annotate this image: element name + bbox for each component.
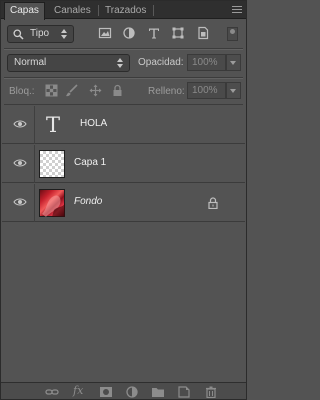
layer-name[interactable]: Capa 1 — [74, 157, 106, 169]
filter-kind-label: Tipo — [30, 28, 50, 39]
adjustment-layer-filter-icon[interactable] — [122, 26, 136, 40]
lock-all-icon[interactable] — [111, 84, 124, 97]
link-layers-icon[interactable] — [45, 386, 59, 398]
eye-visibility-icon[interactable] — [13, 119, 27, 129]
delete-layer-trash-icon[interactable] — [204, 386, 218, 398]
search-icon — [13, 29, 24, 40]
tab-trazados[interactable]: Trazados — [100, 3, 151, 19]
chevron-updown-icon — [61, 28, 68, 40]
tab-separator — [153, 5, 154, 16]
opacity-label: Opacidad: — [138, 57, 184, 68]
fill-label: Relleno: — [148, 86, 185, 97]
lock-position-move-icon[interactable] — [89, 84, 102, 97]
new-group-folder-icon[interactable] — [151, 386, 165, 398]
panel-tab-bar: Capas Canales Trazados — [1, 1, 246, 20]
new-layer-icon[interactable] — [177, 386, 191, 398]
lock-label: Bloq.: — [9, 86, 35, 97]
panel-bottom-toolbar: fx — [1, 382, 246, 399]
eye-visibility-icon[interactable] — [13, 158, 27, 168]
layer-row-hola[interactable]: T HOLA — [2, 106, 245, 144]
opacity-slider-toggle[interactable] — [226, 54, 241, 71]
layer-thumbnail-image — [39, 189, 65, 217]
blend-mode-select[interactable]: Normal — [7, 54, 130, 72]
pixel-layer-filter-icon[interactable] — [98, 26, 112, 40]
smart-object-filter-icon[interactable] — [196, 26, 210, 40]
lock-image-pixels-brush-icon[interactable] — [65, 84, 78, 97]
lock-transparent-pixels-icon[interactable] — [45, 84, 58, 97]
column-separator — [34, 106, 35, 144]
adjustment-layer-icon[interactable] — [125, 386, 139, 398]
panel-menu-icon[interactable] — [232, 4, 242, 14]
type-layer-filter-icon[interactable] — [147, 26, 161, 40]
chevron-updown-icon — [117, 57, 124, 69]
blend-mode-label: Normal — [14, 57, 47, 68]
layers-panel: Capas Canales Trazados Tipo Normal Opaci… — [0, 0, 247, 400]
text-layer-thumbnail-icon: T — [46, 113, 61, 137]
shape-layer-filter-icon[interactable] — [171, 26, 185, 40]
column-separator — [34, 145, 35, 183]
layer-name[interactable]: HOLA — [80, 118, 107, 130]
fill-slider-toggle[interactable] — [226, 82, 241, 99]
lock-icon[interactable] — [208, 197, 218, 209]
filter-kind-select[interactable]: Tipo — [7, 25, 74, 43]
tab-canales[interactable]: Canales — [49, 3, 96, 19]
eye-visibility-icon[interactable] — [13, 197, 27, 207]
tab-capas[interactable]: Capas — [4, 2, 45, 20]
layer-row-fondo[interactable]: Fondo — [2, 184, 245, 222]
layers-list: T HOLA Capa 1 Fondo — [2, 105, 245, 381]
layer-name[interactable]: Fondo — [74, 196, 102, 208]
column-separator — [34, 184, 35, 222]
opacity-input[interactable]: 100% — [187, 54, 226, 71]
layer-style-fx-icon[interactable]: fx — [73, 384, 83, 397]
divider — [4, 49, 243, 50]
add-mask-icon[interactable] — [99, 386, 113, 398]
divider — [4, 78, 243, 79]
fill-input[interactable]: 100% — [187, 82, 226, 99]
layer-row-capa-1[interactable]: Capa 1 — [2, 145, 245, 183]
layer-thumbnail-transparent — [39, 150, 65, 178]
filter-toggle[interactable] — [227, 27, 238, 41]
tab-separator — [98, 5, 99, 16]
